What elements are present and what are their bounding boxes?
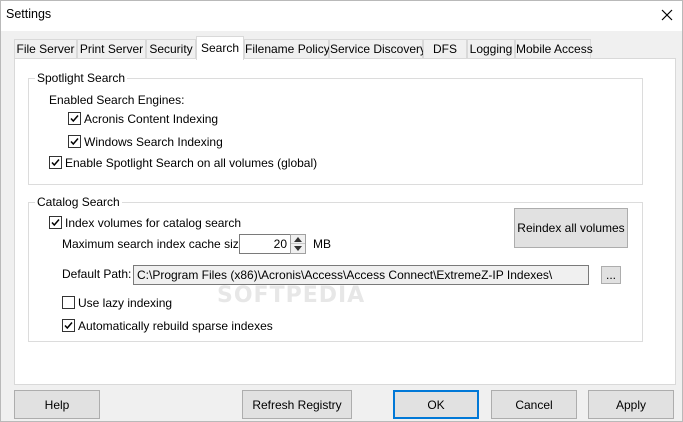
tab-service-discovery[interactable]: Service Discovery bbox=[329, 39, 426, 59]
windows-indexing-checkbox-box[interactable] bbox=[68, 135, 81, 148]
arrow-down-icon bbox=[294, 246, 302, 251]
refresh-registry-button[interactable]: Refresh Registry bbox=[242, 390, 352, 419]
tab-search[interactable]: Search bbox=[196, 36, 244, 60]
default-path-input[interactable] bbox=[133, 265, 589, 285]
enabled-engines-label: Enabled Search Engines: bbox=[49, 93, 185, 107]
spotlight-search-title: Spotlight Search bbox=[35, 71, 128, 85]
acronis-indexing-checkbox-box[interactable] bbox=[68, 112, 81, 125]
rebuild-sparse-checkbox-box[interactable] bbox=[62, 319, 75, 332]
window-title: Settings bbox=[6, 7, 52, 21]
checkmark-icon bbox=[51, 219, 60, 227]
apply-button[interactable]: Apply bbox=[588, 390, 674, 419]
default-path-label: Default Path: bbox=[62, 267, 132, 281]
catalog-search-title: Catalog Search bbox=[35, 195, 122, 209]
tab-filename-policy[interactable]: Filename Policy bbox=[244, 39, 330, 59]
windows-indexing-label: Windows Search Indexing bbox=[84, 135, 223, 149]
lazy-indexing-label: Use lazy indexing bbox=[78, 296, 173, 310]
arrow-up-icon bbox=[294, 237, 302, 242]
tab-file-server[interactable]: File Server bbox=[14, 39, 77, 59]
tab-mobile-access[interactable]: Mobile Access bbox=[515, 39, 593, 59]
checkmark-icon bbox=[64, 322, 73, 330]
cache-size-label: Maximum search index cache size bbox=[62, 237, 246, 251]
index-volumes-checkbox-box[interactable] bbox=[49, 216, 62, 229]
global-spotlight-checkbox-box[interactable] bbox=[49, 156, 62, 169]
checkmark-icon bbox=[51, 159, 60, 167]
spin-down-button[interactable] bbox=[291, 244, 305, 253]
tab-dfs[interactable]: DFS bbox=[423, 39, 467, 59]
help-button[interactable]: Help bbox=[14, 390, 100, 419]
softpedia-watermark: SOFTPEDIA bbox=[217, 283, 366, 308]
cache-size-spinner[interactable] bbox=[290, 234, 306, 254]
checkmark-icon bbox=[70, 115, 79, 123]
cancel-button[interactable]: Cancel bbox=[491, 390, 577, 419]
browse-button[interactable]: ... bbox=[601, 266, 621, 284]
rebuild-sparse-label: Automatically rebuild sparse indexes bbox=[78, 319, 273, 333]
cache-unit-label: MB bbox=[313, 237, 331, 251]
spotlight-search-group: Spotlight Search Enabled Search Engines:… bbox=[28, 71, 643, 185]
spin-up-button[interactable] bbox=[291, 235, 305, 244]
reindex-all-button[interactable]: Reindex all volumes bbox=[514, 208, 628, 248]
lazy-indexing-checkbox-box[interactable] bbox=[62, 296, 75, 309]
ok-button[interactable]: OK bbox=[393, 390, 479, 419]
search-tab-panel: Spotlight Search Enabled Search Engines:… bbox=[14, 58, 676, 385]
catalog-search-group: Catalog Search Index volumes for catalog… bbox=[28, 195, 643, 342]
tab-logging[interactable]: Logging bbox=[467, 39, 515, 59]
close-icon[interactable] bbox=[653, 3, 681, 27]
title-bar: Settings bbox=[1, 1, 682, 31]
acronis-indexing-label: Acronis Content Indexing bbox=[84, 112, 219, 126]
index-volumes-label: Index volumes for catalog search bbox=[65, 216, 242, 230]
tab-print-server[interactable]: Print Server bbox=[77, 39, 146, 59]
tab-security[interactable]: Security bbox=[146, 39, 196, 59]
checkmark-icon bbox=[70, 138, 79, 146]
cache-size-input[interactable] bbox=[239, 234, 291, 254]
global-spotlight-label: Enable Spotlight Search on all volumes (… bbox=[65, 156, 318, 170]
settings-window: Settings File Server Print Server Securi… bbox=[0, 0, 683, 422]
